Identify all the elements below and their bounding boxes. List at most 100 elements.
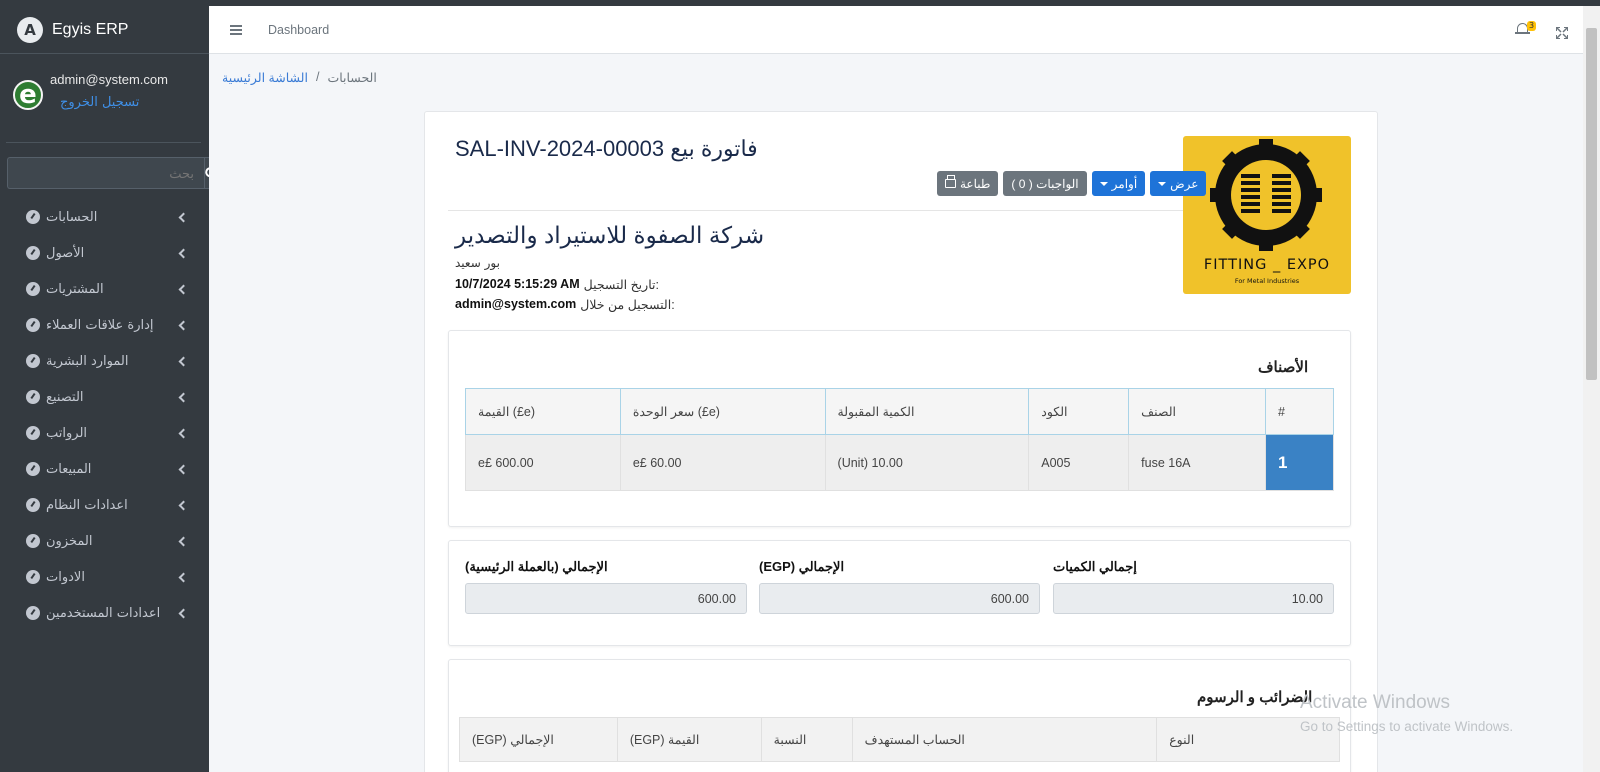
user-panel: e admin@system.com تسجيل الخروج <box>6 54 201 143</box>
sidebar-item-label: الرواتب <box>46 425 88 441</box>
chevron-left-icon <box>178 212 189 222</box>
sidebar-item[interactable]: إدارة علاقات العملاء <box>0 307 209 343</box>
logo-subtitle: For Metal Industries <box>1234 277 1300 285</box>
invoice-title: فاتورة بيع SAL-INV-2024-00003 <box>455 136 758 161</box>
items-title: الأصناف <box>1258 359 1309 376</box>
sidebar-nav: الحسابات الأصول المشتريات إدارة علاقات العم… <box>0 199 209 631</box>
total-qty-label: إجمالي الكميات <box>1053 559 1137 574</box>
sidebar-item[interactable]: الادوات <box>0 559 209 595</box>
user-email: admin@system.com <box>50 72 168 87</box>
sidebar-item-label: الموارد البشرية <box>46 353 129 369</box>
dashboard-gauge-icon <box>26 210 40 224</box>
chevron-left-icon <box>178 428 189 438</box>
avatar: e <box>13 80 43 110</box>
col-num: # <box>1265 388 1334 435</box>
taxes-table: (EGP) الإجمالي (EGP) القيمة النسبة الحسا… <box>459 717 1340 762</box>
cell-num: 1 <box>1265 434 1334 491</box>
total-main-field[interactable]: 600.00 <box>465 583 747 614</box>
view-dropdown-button[interactable]: عرض <box>1150 171 1207 196</box>
topbar: Dashboard 3 <box>209 6 1600 54</box>
dashboard-gauge-icon <box>26 318 40 332</box>
total-qty-field[interactable]: 10.00 <box>1053 583 1334 614</box>
sidebar-item[interactable]: اعدادات النظام <box>0 487 209 523</box>
registered-by: admin@system.com التسجيل من خلال: <box>455 297 675 312</box>
sidebar-item[interactable]: الرواتب <box>0 415 209 451</box>
page-scrollbar[interactable] <box>1583 6 1600 772</box>
activation-watermark-title: Activate Windows <box>1300 692 1450 713</box>
breadcrumb-current: الحسابات <box>327 71 377 85</box>
breadcrumb: الشاشة الرئيسية / الحسابات <box>222 70 377 85</box>
dashboard-gauge-icon <box>26 354 40 368</box>
logo-title: FITTING _ EXPO <box>1203 257 1331 273</box>
registered-date: 10/7/2024 5:15:29 AM تاريخ التسجيل: <box>455 277 659 292</box>
chevron-left-icon <box>178 248 189 258</box>
table-row[interactable]: e£ 600.00 e£ 60.00 (Unit) 10.00 A005 fus… <box>465 434 1334 491</box>
search-button[interactable] <box>204 157 209 189</box>
dashboard-gauge-icon <box>26 462 40 476</box>
printer-icon <box>945 175 956 188</box>
col-tax-total: (EGP) الإجمالي <box>459 717 618 762</box>
col-item: الصنف <box>1128 388 1267 435</box>
brand-name: Egyis ERP <box>52 20 129 38</box>
sidebar-item[interactable]: الأصول <box>0 235 209 271</box>
caret-down-icon <box>1099 181 1108 186</box>
total-egp-field[interactable]: 600.00 <box>759 583 1040 614</box>
action-toolbar: طباعة الواجبات ( 0 ) أوامر عرض <box>937 171 1207 196</box>
sidebar-item-label: التصنيع <box>46 389 84 405</box>
sidebar-item[interactable]: الموارد البشرية <box>0 343 209 379</box>
cell-code: A005 <box>1028 434 1130 491</box>
chevron-left-icon <box>178 320 189 330</box>
chevron-left-icon <box>178 284 189 294</box>
col-tax-rate: النسبة <box>760 717 853 762</box>
sidebar-item-label: المبيعات <box>46 461 92 477</box>
brand[interactable]: A Egyis ERP <box>0 6 209 54</box>
breadcrumb-home[interactable]: الشاشة الرئيسية <box>222 70 308 85</box>
cell-item: fuse 16A <box>1128 434 1267 491</box>
menu-toggle-icon[interactable] <box>230 24 242 35</box>
col-tax-account: الحساب المستهدف <box>851 717 1158 762</box>
col-unit-price: سعر الوحدة (£e) <box>619 388 826 435</box>
sidebar: A Egyis ERP e admin@system.com تسجيل الخ… <box>0 6 209 772</box>
sidebar-item-label: اعدادات المستخدمين <box>46 605 161 621</box>
sidebar-item[interactable]: الحسابات <box>0 199 209 235</box>
chevron-left-icon <box>178 536 189 546</box>
activation-watermark-subtitle: Go to Settings to activate Windows. <box>1300 719 1514 734</box>
chevron-left-icon <box>178 464 189 474</box>
total-egp-label: (EGP) الإجمالي <box>759 559 845 574</box>
company-city: بور سعيد <box>455 256 500 270</box>
print-button[interactable]: طباعة <box>937 171 999 196</box>
dashboard-link[interactable]: Dashboard <box>268 23 329 37</box>
dashboard-gauge-icon <box>26 534 40 548</box>
divider <box>448 210 1183 211</box>
dashboard-gauge-icon <box>26 282 40 296</box>
duties-button[interactable]: الواجبات ( 0 ) <box>1003 171 1087 196</box>
breadcrumb-separator: / <box>315 70 320 84</box>
scroll-thumb[interactable] <box>1586 28 1597 380</box>
orders-dropdown-button[interactable]: أوامر <box>1091 171 1146 196</box>
dashboard-gauge-icon <box>26 390 40 404</box>
sidebar-item-label: المشتريات <box>46 281 104 297</box>
col-code: الكود <box>1028 388 1130 435</box>
caret-down-icon <box>1158 181 1167 186</box>
sidebar-item[interactable]: اعدادات المستخدمين <box>0 595 209 631</box>
chevron-left-icon <box>178 572 189 582</box>
dashboard-gauge-icon <box>26 498 40 512</box>
sidebar-item[interactable]: المخزون <box>0 523 209 559</box>
sidebar-item[interactable]: المشتريات <box>0 271 209 307</box>
notification-badge: 3 <box>1527 21 1537 31</box>
sidebar-item[interactable]: المبيعات <box>0 451 209 487</box>
fullscreen-icon[interactable] <box>1555 24 1569 40</box>
brand-logo-icon: A <box>17 16 43 43</box>
logout-link[interactable]: تسجيل الخروج <box>60 95 168 110</box>
sidebar-item-label: الحسابات <box>46 209 98 225</box>
search-icon <box>205 166 209 177</box>
gear-logo-icon <box>1210 139 1322 251</box>
sidebar-item-label: الادوات <box>46 569 85 585</box>
search-input[interactable] <box>7 157 204 189</box>
col-tax-value: (EGP) القيمة <box>616 717 762 762</box>
sidebar-item[interactable]: التصنيع <box>0 379 209 415</box>
col-qty: الكمية المقبولة <box>824 388 1030 435</box>
chevron-left-icon <box>178 500 189 510</box>
sidebar-item-label: المخزون <box>46 533 93 549</box>
dashboard-gauge-icon <box>26 246 40 260</box>
